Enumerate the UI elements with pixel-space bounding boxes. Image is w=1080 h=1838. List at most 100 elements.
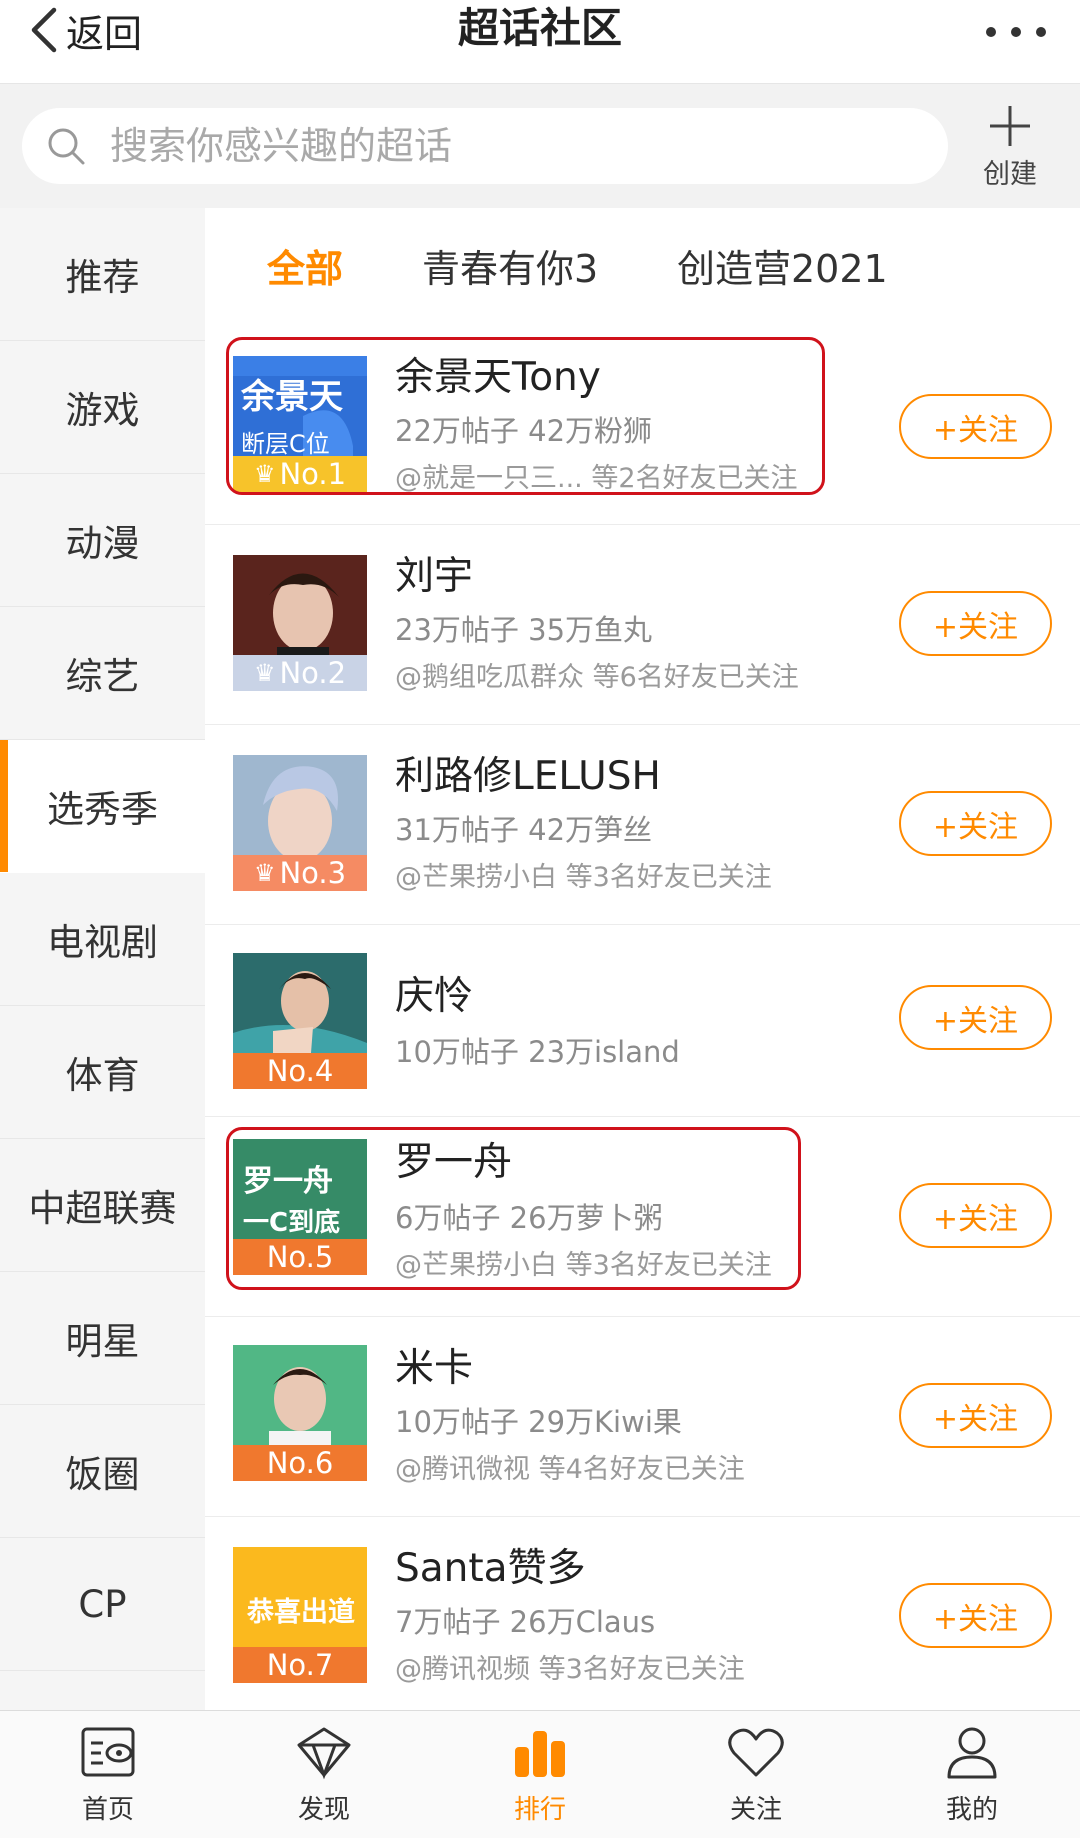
profile-icon (947, 1727, 997, 1779)
topic-name: 利路修LELUSH (395, 754, 661, 799)
sidebar-item-label: 综艺 (65, 655, 140, 698)
sidebar-item-tv-series[interactable]: 电视剧 (0, 873, 205, 1006)
list-item[interactable]: ♛ No.2 刘宇 23万帖子 35万鱼丸 @鹅组吃瓜群众 等6名好友已关注 +关… (205, 525, 1080, 725)
sidebar-item-csl[interactable]: 中超联赛 (0, 1139, 205, 1272)
chevron-left-icon (31, 7, 57, 53)
friends-following: @就是一只三... 等2名好友已关注 (395, 463, 798, 494)
topic-name: 庆怜 (395, 974, 474, 1019)
friends-following: @腾讯视频 等3名好友已关注 (395, 1654, 745, 1685)
topic-name: 刘宇 (395, 554, 474, 599)
follow-button[interactable]: +关注 (899, 591, 1052, 656)
tabbar-item-discover[interactable]: 发现 (216, 1711, 432, 1838)
sidebar-item-games[interactable]: 游戏 (0, 341, 205, 474)
back-label: 返回 (66, 11, 143, 56)
sidebar-item-fandom[interactable]: 饭圈 (0, 1405, 205, 1538)
list-item[interactable]: ♛ No.3 利路修LELUSH 31万帖子 42万笋丝 @芒果捞小白 等3名好友… (205, 725, 1080, 925)
topic-thumbnail: 恭喜出道 No.7 (233, 1547, 367, 1683)
sidebar-item-label: 电视剧 (47, 921, 158, 964)
tab-produce-camp-2021[interactable]: 创造营2021 (677, 238, 888, 293)
back-button[interactable]: 返回 (26, 0, 142, 60)
topic-stats: 6万帖子 26万萝卜粥 (395, 1201, 663, 1235)
sidebar-item-label: 动漫 (65, 522, 140, 565)
category-sidebar: 推荐 游戏 动漫 综艺 选秀季 电视剧 体育 中超联赛 明星 饭圈 CP (0, 208, 205, 1710)
bottom-tab-bar: 首页 发现 排行 关注 我的 (0, 1710, 1080, 1838)
sidebar-item-anime[interactable]: 动漫 (0, 474, 205, 607)
sidebar-item-sports[interactable]: 体育 (0, 1006, 205, 1139)
tabbar-label: 排行 (513, 1795, 566, 1825)
topic-name: 余景天Tony (395, 355, 601, 400)
list-item[interactable]: No.4 庆怜 10万帖子 23万island +关注 (205, 925, 1080, 1117)
topic-stats: 22万帖子 42万粉狮 (395, 414, 653, 448)
follow-button[interactable]: +关注 (899, 791, 1052, 856)
crown-icon: ♛ (253, 859, 276, 887)
sidebar-item-recommend[interactable]: 推荐 (0, 208, 205, 341)
topic-thumbnail: 余景天 断层C位 ♛ No.1 (233, 356, 367, 492)
discover-icon (297, 1727, 351, 1780)
sidebar-item-label: 中超联赛 (28, 1187, 177, 1230)
list-item[interactable]: 恭喜出道 No.7 Santa赞多 7万帖子 26万Claus @腾讯视频 等3… (205, 1517, 1080, 1710)
follow-button[interactable]: +关注 (899, 1583, 1052, 1648)
svg-text:恭喜出道: 恭喜出道 (246, 1596, 355, 1628)
tabbar-item-follow[interactable]: 关注 (648, 1711, 864, 1838)
list-item[interactable]: No.6 米卡 10万帖子 29万Kiwi果 @腾讯微视 等4名好友已关注 +关… (205, 1317, 1080, 1517)
follow-button[interactable]: +关注 (899, 1383, 1052, 1448)
topic-thumbnail: ♛ No.2 (233, 555, 367, 691)
rank-badge: No.7 (233, 1647, 367, 1683)
friends-following: @芒果捞小白 等3名好友已关注 (395, 1250, 772, 1281)
tabbar-item-ranking[interactable]: 排行 (432, 1711, 648, 1838)
topic-name: Santa赞多 (395, 1546, 586, 1591)
search-bar-area: 创建 (0, 84, 1080, 208)
svg-text:罗一舟: 罗一舟 (243, 1164, 333, 1199)
sidebar-item-label: 游戏 (65, 389, 140, 432)
friends-following: @腾讯微视 等4名好友已关注 (395, 1454, 745, 1485)
sidebar-item-cp[interactable]: CP (0, 1538, 205, 1671)
tab-youth-with-you-3[interactable]: 青春有你3 (422, 238, 598, 293)
ranking-list-panel: 全部 青春有你3 创造营2021 余景天 断层C位 ♛ No.1 余景天Tony … (205, 208, 1080, 1710)
home-icon (81, 1727, 135, 1777)
sidebar-item-label: CP (78, 1582, 127, 1626)
top-nav-bar: 返回 超话社区 (0, 0, 1080, 84)
heart-icon (728, 1728, 784, 1777)
plus-icon (990, 106, 1030, 146)
ranking-icon (515, 1731, 565, 1777)
more-dot-icon (1011, 27, 1021, 37)
rank-badge: ♛ No.1 (233, 456, 367, 492)
sidebar-item-label: 饭圈 (65, 1453, 140, 1496)
search-box[interactable] (22, 108, 948, 184)
crown-icon: ♛ (253, 460, 276, 488)
topic-thumbnail: 罗一舟 一C到底 No.5 (233, 1139, 367, 1275)
svg-text:断层C位: 断层C位 (241, 430, 330, 458)
crown-icon: ♛ (253, 659, 276, 687)
friends-following: @芒果捞小白 等3名好友已关注 (395, 862, 772, 893)
more-options-button[interactable] (986, 20, 1046, 44)
topic-thumbnail: No.6 (233, 1345, 367, 1481)
rank-badge: ♛ No.2 (233, 655, 367, 691)
topic-stats: 31万帖子 42万笋丝 (395, 813, 653, 847)
topic-name: 米卡 (395, 1346, 474, 1391)
sidebar-item-variety[interactable]: 综艺 (0, 607, 205, 740)
list-item[interactable]: 罗一舟 一C到底 No.5 罗一舟 6万帖子 26万萝卜粥 @芒果捞小白 等3名… (205, 1117, 1080, 1317)
follow-button[interactable]: +关注 (899, 985, 1052, 1050)
rank-badge: No.6 (233, 1445, 367, 1481)
sidebar-item-stars[interactable]: 明星 (0, 1272, 205, 1405)
sidebar-item-talent-show[interactable]: 选秀季 (0, 740, 205, 873)
search-input[interactable] (110, 124, 890, 168)
topic-thumbnail: ♛ No.3 (233, 755, 367, 891)
follow-button[interactable]: +关注 (899, 394, 1052, 459)
sidebar-item-label: 推荐 (65, 256, 140, 299)
create-button[interactable]: 创建 (970, 102, 1050, 192)
sidebar-item-label: 选秀季 (47, 788, 158, 831)
follow-button[interactable]: +关注 (899, 1183, 1052, 1248)
topic-thumbnail: No.4 (233, 953, 367, 1089)
tabbar-item-home[interactable]: 首页 (0, 1711, 216, 1838)
super-topic-community-page: 返回 超话社区 创建 推荐 游戏 动漫 综艺 选秀季 电视剧 体育 中超联赛 明… (0, 0, 1080, 1838)
page-title: 超话社区 (458, 4, 622, 52)
tabbar-label: 首页 (81, 1795, 134, 1825)
svg-text:余景天: 余景天 (240, 377, 343, 417)
tabbar-label: 我的 (945, 1795, 998, 1825)
rank-badge: ♛ No.3 (233, 855, 367, 891)
list-item[interactable]: 余景天 断层C位 ♛ No.1 余景天Tony 22万帖子 42万粉狮 @就是一只… (205, 328, 1080, 525)
tabbar-item-profile[interactable]: 我的 (864, 1711, 1080, 1838)
more-dot-icon (986, 27, 996, 37)
tab-all[interactable]: 全部 (267, 238, 343, 293)
